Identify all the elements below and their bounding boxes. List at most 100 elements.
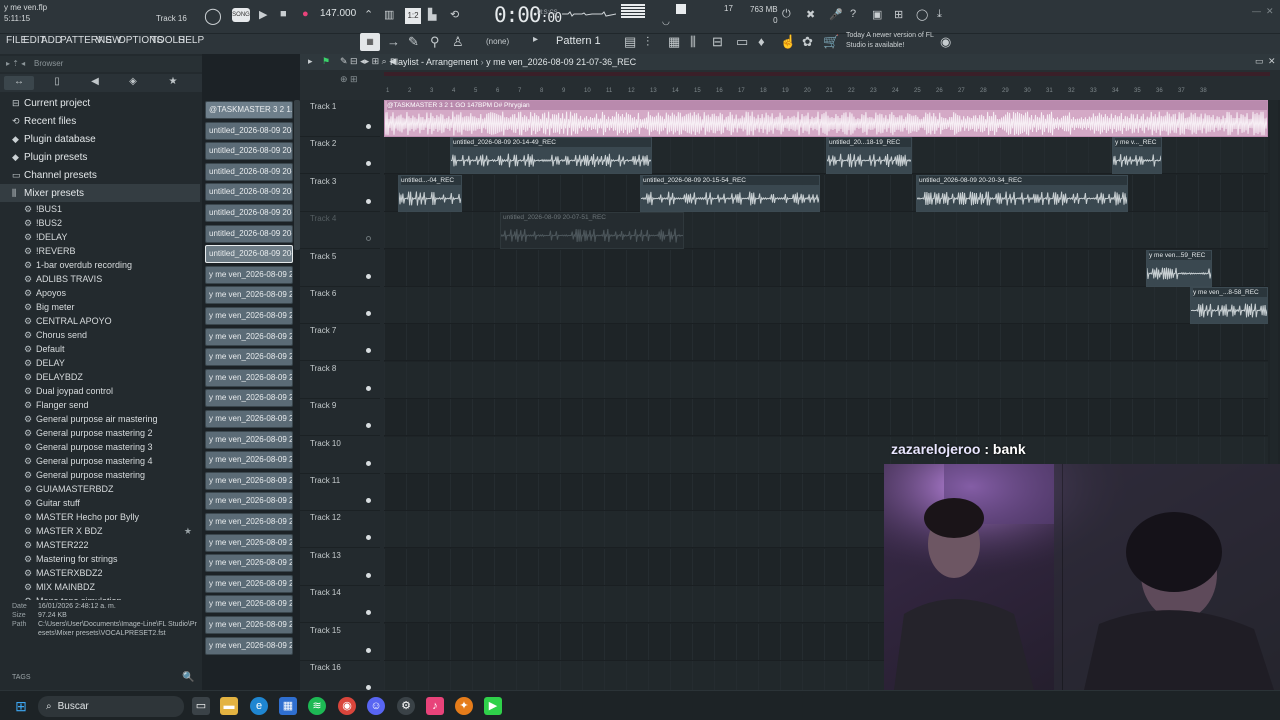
windows-start-icon[interactable]: ⊞ [12,697,30,715]
mixer-preset-item[interactable]: ⚙ !BUS1 [0,202,200,216]
brush-icon[interactable]: ✎ [408,34,419,50]
taskbar-search[interactable]: ⌕ Buscar [38,696,184,717]
track-mute-led[interactable] [366,423,371,429]
mixer-preset-item[interactable]: ⚙ Dual joypad control [0,384,200,398]
track-mute-led[interactable] [366,572,371,578]
track-header[interactable]: Track 13 [300,549,380,586]
track-header[interactable]: Track 5 [300,250,380,287]
audio-clip[interactable]: untitled_2026-08-09 20-07-51_REC [500,212,684,250]
clip-source-item[interactable]: y me ven_2026-08-09 20... [205,451,293,470]
menu-help[interactable]: HELP [178,35,204,46]
track-mute-led[interactable] [366,647,371,653]
mixer-preset-item[interactable]: ⚙ !REVERB [0,244,200,258]
track-mute-led[interactable] [366,124,371,129]
mixer-preset-item[interactable]: ⚙ Default [0,342,200,356]
playlist-snap-icon[interactable]: ⚑ [322,56,330,67]
plugin-picker-icon[interactable]: ♦ [758,34,765,49]
zoom-icon[interactable]: ⊕ ⊞ [340,74,358,85]
mixer-preset-item[interactable]: ⚙ Big meter [0,300,200,314]
mixer-preset-item[interactable]: ⚙ General purpose mastering [0,468,200,482]
mixer-preset-item[interactable]: ⚙ General purpose mastering 2 [0,426,200,440]
help-icon[interactable]: ? [850,8,856,20]
track-lane[interactable] [384,287,1268,324]
category-recent-files[interactable]: ⟲ Recent files [0,112,200,130]
mixer-preset-item[interactable]: ⚙ Apoyos [0,286,200,300]
clip-source-item[interactable]: y me ven_2026-08-09 20... [205,410,293,428]
snap-icon[interactable]: ▦ [360,33,380,51]
stop-icon[interactable]: ■ [280,8,287,20]
mixer-preset-item[interactable]: ⚙ MASTERXBDZ2 [0,566,200,580]
browser-arrows-icon[interactable]: ▸ ⇡ ◂ [6,59,25,68]
track-mute-led[interactable] [366,385,371,391]
tab-plugins-icon[interactable]: ◀ [80,76,110,90]
clip-source-item[interactable]: untitled_2026-08-09 20-... [205,245,293,264]
link-icon[interactable]: ⚲ [430,34,440,50]
clip-source-item[interactable]: y me ven_2026-08-09 20... [205,286,293,305]
category-current-project[interactable]: ⊟ Current project [0,94,200,112]
spotify-icon[interactable]: ≋ [308,697,326,715]
category-plugin-database[interactable]: ◆ Plugin database [0,130,200,148]
time-selection-bar[interactable] [384,72,1270,76]
track-mute-led[interactable] [366,311,371,316]
mixer-preset-item[interactable]: ⚙ Chorus send [0,328,200,342]
edge-icon[interactable]: e [250,697,268,715]
clip-source-item[interactable]: y me ven_2026-08-09 20... [205,533,293,552]
mixer-preset-item[interactable]: ⚙ 1-bar overdub recording [0,258,200,272]
clip-source-item[interactable]: y me ven_2026-08-09 20... [205,348,293,367]
task-view-icon[interactable]: ▭ [192,697,210,715]
track-lane[interactable] [384,249,1268,287]
clip-source-item[interactable]: y me ven_2026-08-09 20... [205,554,293,573]
mixer-preset-item[interactable]: ⚙ Flanger send [0,398,200,412]
audio-clip[interactable]: untitled...-04_REC [398,174,462,212]
tab-library-icon[interactable]: ◈ [118,76,148,90]
clip-source-item[interactable]: y me ven_2026-08-09 20... [205,636,293,655]
news-globe-icon[interactable]: ◉ [940,34,951,50]
mixer-preset-item[interactable]: ⚙ MASTER Hecho por Bylly [0,510,200,524]
mixer-preset-item[interactable]: ⚙Mono tape simulation [0,594,200,600]
mixer-preset-item[interactable]: ⚙ GUIAMASTERBDZ [0,482,200,496]
mixer-preset-item[interactable]: ⚙ General purpose air mastering [0,412,200,426]
track-lane[interactable] [384,174,1268,212]
mixer-preset-item[interactable]: ⚙ MASTER222 [0,538,200,552]
audio-clip[interactable]: @TASKMASTER 3 2 1 GO 147BPM D# Phrygian [384,100,1268,137]
mixer-preset-item[interactable]: ⚙ DELAYBDZ [0,370,200,384]
loop-record-icon[interactable]: ◯ [204,6,222,26]
audio-clip[interactable]: untitled_2026-08-09 20-20-34_REC [916,174,1128,212]
countdown-icon[interactable]: 1:2 [405,8,421,24]
track-header[interactable]: Track 3 [300,175,380,212]
metronome-icon[interactable]: ⌃ [364,8,373,21]
clip-source-item[interactable]: y me ven_2026-08-09 20... [205,368,293,387]
file-explorer-icon[interactable]: ▬ [220,697,238,715]
plugin-icon[interactable]: ⊞ [894,8,903,21]
mixer-preset-item[interactable]: ⚙ !DELAY [0,230,200,244]
clip-source-item[interactable]: y me ven_2026-08-09 20... [205,574,293,593]
playlist-icon[interactable]: ▤ [624,34,636,50]
mixer-preset-item[interactable]: ⚙ MIX MAINBDZ [0,580,200,594]
category-plugin-presets[interactable]: ◆ Plugin presets [0,148,200,166]
clip-source-item[interactable]: untitled_2026-08-09 20-... [205,204,293,222]
microphone-icon[interactable]: 🎤 [829,8,843,21]
piano-roll-icon[interactable]: ▦ [668,34,680,50]
track-lane[interactable] [384,399,1268,437]
track-mute-led[interactable] [366,273,371,279]
mixer-preset-item[interactable]: ⚙ CENTRAL APOYO [0,314,200,328]
chat-icon[interactable]: ◯ [916,8,928,21]
track-mute-led[interactable] [366,236,371,242]
clip-source-item[interactable]: untitled_2026-08-09 20-... [205,162,293,181]
mixer-preset-item[interactable]: ⚙ DELAY [0,356,200,370]
mixer-preset-item[interactable]: ⚙ MASTER X BDZ ★ [0,524,200,538]
mixer-preset-item[interactable]: ⚙ Mastering for strings [0,552,200,566]
track-mute-led[interactable] [366,198,371,204]
record-icon[interactable]: ● [302,8,309,20]
cpu-icon[interactable]: ⏻ [782,8,791,21]
clip-source-item[interactable]: y me ven_2026-08-09 20... [205,595,293,614]
track-mute-led[interactable] [366,535,371,541]
track-header[interactable]: Track 10 [300,437,380,474]
tab-project-icon[interactable]: ▯ [42,76,72,90]
category-channel-presets[interactable]: ▭ Channel presets [0,166,200,184]
audio-clip[interactable]: y me v..._REC [1112,137,1162,175]
clip-source-item[interactable]: untitled_2026-08-09 20-... [205,142,293,161]
clip-source-item[interactable]: y me ven_2026-08-09 20... [205,307,293,325]
clip-source-item[interactable]: y me ven_2026-08-09 20... [205,265,293,284]
track-header[interactable]: Track 6 [300,287,380,324]
